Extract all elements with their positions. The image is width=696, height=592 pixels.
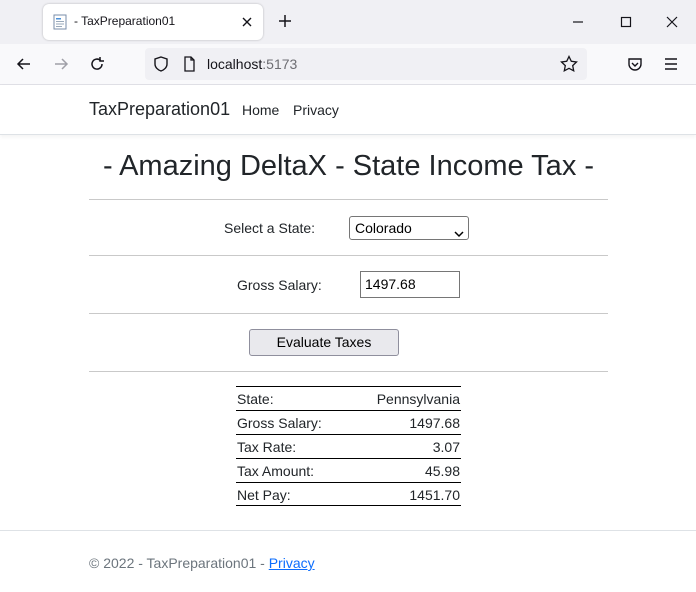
new-tab-icon[interactable] bbox=[276, 12, 294, 30]
site-brand[interactable]: TaxPreparation01 bbox=[89, 99, 230, 120]
result-value: 45.98 bbox=[424, 463, 460, 479]
tab-title: - TaxPreparation01 bbox=[74, 14, 176, 28]
reload-icon[interactable] bbox=[87, 54, 107, 74]
result-label: Net Pay: bbox=[237, 487, 291, 503]
result-label: Tax Amount: bbox=[237, 463, 315, 479]
divider bbox=[89, 313, 608, 314]
salary-label: Gross Salary: bbox=[237, 277, 322, 293]
nav-link-privacy[interactable]: Privacy bbox=[293, 102, 339, 118]
url-text: localhost:5173 bbox=[207, 56, 298, 72]
forward-arrow-icon[interactable] bbox=[51, 54, 71, 74]
close-window-icon[interactable] bbox=[662, 12, 682, 32]
divider bbox=[89, 255, 608, 256]
browser-toolbar: localhost:5173 bbox=[0, 44, 696, 85]
site-footer: © 2022 - TaxPreparation01 - Privacy bbox=[0, 530, 696, 592]
table-row: Gross Salary: 1497.68 bbox=[236, 410, 461, 434]
divider bbox=[89, 199, 608, 200]
results-table: State: Pennsylvania Gross Salary: 1497.6… bbox=[236, 386, 461, 506]
close-tab-icon[interactable] bbox=[239, 14, 255, 30]
result-label: State: bbox=[237, 391, 274, 407]
divider bbox=[89, 371, 608, 372]
chevron-down-icon bbox=[454, 223, 464, 238]
state-label: Select a State: bbox=[224, 220, 316, 236]
state-select[interactable]: Colorado bbox=[349, 216, 469, 240]
nav-link-home[interactable]: Home bbox=[242, 102, 279, 118]
result-value: Pennsylvania bbox=[376, 391, 460, 407]
copyright-text: © 2022 - TaxPreparation01 - bbox=[89, 555, 269, 571]
result-value: 1451.70 bbox=[409, 487, 460, 503]
hamburger-menu-icon[interactable] bbox=[661, 54, 681, 74]
table-row: Net Pay: 1451.70 bbox=[236, 482, 461, 506]
browser-tab[interactable]: - TaxPreparation01 bbox=[43, 4, 263, 40]
state-select-value: Colorado bbox=[355, 220, 412, 236]
gross-salary-input[interactable]: 1497.68 bbox=[360, 271, 460, 298]
table-row: Tax Amount: 45.98 bbox=[236, 458, 461, 482]
address-bar[interactable]: localhost:5173 bbox=[145, 48, 587, 80]
page-favicon-icon bbox=[53, 14, 67, 30]
maximize-icon[interactable] bbox=[616, 12, 636, 32]
result-value: 3.07 bbox=[432, 439, 460, 455]
result-label: Tax Rate: bbox=[237, 439, 297, 455]
footer-text: © 2022 - TaxPreparation01 - Privacy bbox=[89, 555, 315, 571]
tracking-shield-icon[interactable] bbox=[151, 54, 171, 79]
page-info-icon[interactable] bbox=[179, 54, 199, 79]
table-row: Tax Rate: 3.07 bbox=[236, 434, 461, 458]
page-title: - Amazing DeltaX - State Income Tax - bbox=[102, 150, 595, 182]
table-row: State: Pennsylvania bbox=[236, 386, 461, 410]
pocket-icon[interactable] bbox=[625, 54, 645, 74]
result-label: Gross Salary: bbox=[237, 415, 322, 431]
browser-tab-bar: - TaxPreparation01 bbox=[0, 0, 696, 44]
bookmark-star-icon[interactable] bbox=[559, 54, 579, 79]
evaluate-taxes-button[interactable]: Evaluate Taxes bbox=[249, 329, 399, 356]
back-arrow-icon[interactable] bbox=[14, 54, 34, 74]
footer-privacy-link[interactable]: Privacy bbox=[269, 555, 315, 571]
result-value: 1497.68 bbox=[409, 415, 460, 431]
site-navbar: TaxPreparation01 Home Privacy bbox=[0, 85, 696, 135]
minimize-icon[interactable] bbox=[568, 12, 588, 32]
